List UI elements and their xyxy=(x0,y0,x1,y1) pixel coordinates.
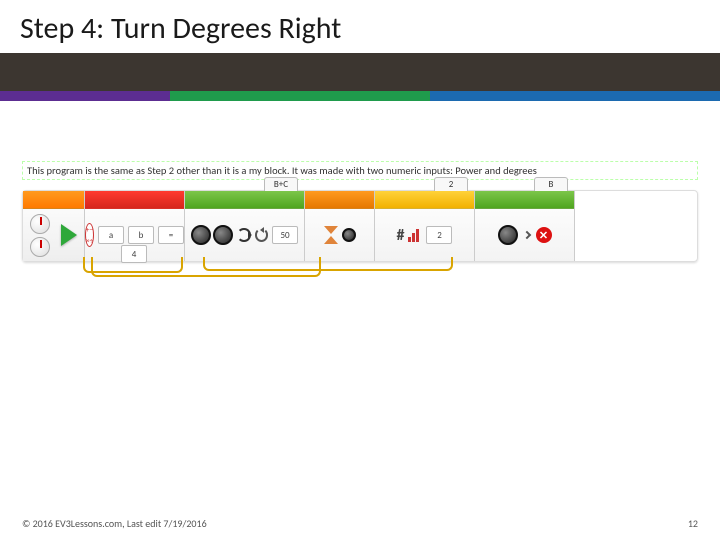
start-block xyxy=(23,191,85,261)
input-dial-icon xyxy=(30,214,50,234)
wheel-icon xyxy=(213,225,233,245)
math-block-header xyxy=(85,191,184,209)
move-tank-block: B+C 50 xyxy=(185,191,305,261)
stop-icon: ✕ xyxy=(536,227,552,243)
chevron-right-icon xyxy=(522,230,532,240)
slide-title: Step 4: Turn Degrees Right xyxy=(0,6,720,53)
header-dark-strip xyxy=(0,53,720,91)
port-selector[interactable]: B xyxy=(534,177,568,191)
motor-stop-block: B ✕ xyxy=(475,191,575,261)
slide-header: Step 4: Turn Degrees Right xyxy=(0,0,720,53)
rotation-mode-icon xyxy=(255,228,269,242)
play-icon xyxy=(61,224,77,246)
wait-block xyxy=(305,191,375,261)
description-text: This program is the same as Step 2 other… xyxy=(27,164,537,177)
slide-footer: © 2016 EV3Lessons.com, Last edit 7/19/20… xyxy=(0,517,720,530)
math-result[interactable]: 4 xyxy=(121,245,147,263)
steering-value[interactable]: 50 xyxy=(272,226,298,244)
motor-stop-header xyxy=(475,191,574,209)
wait-block-header xyxy=(305,191,374,209)
math-input-b[interactable]: b xyxy=(128,226,154,244)
count-icon: # xyxy=(397,226,405,245)
move-tank-header xyxy=(185,191,304,209)
page-number: 12 xyxy=(688,517,698,530)
wheel-icon xyxy=(498,225,518,245)
wheel-icon xyxy=(342,228,356,242)
footer-copyright: © 2016 EV3Lessons.com, Last edit 7/19/20… xyxy=(22,517,207,530)
accent-green xyxy=(170,91,430,101)
description-textbox: This program is the same as Step 2 other… xyxy=(22,161,698,180)
turn-arrow-icon xyxy=(237,228,251,242)
rotation-sensor-block: 2 # 2 xyxy=(375,191,475,261)
compare-icon xyxy=(408,228,422,242)
slide: Step 4: Turn Degrees Right This program … xyxy=(0,0,720,540)
port-selector[interactable]: B+C xyxy=(264,177,298,191)
input-dial-icon xyxy=(30,237,50,257)
hourglass-icon xyxy=(324,226,338,244)
math-input-a[interactable]: a xyxy=(98,226,124,244)
port-selector[interactable]: 2 xyxy=(434,177,468,191)
accent-blue xyxy=(430,91,720,101)
wheel-icon xyxy=(191,225,211,245)
rotation-sensor-header xyxy=(375,191,474,209)
slide-body: This program is the same as Step 2 other… xyxy=(0,101,720,262)
math-operations-icon: +−×÷ xyxy=(85,223,94,247)
accent-purple xyxy=(0,91,170,101)
start-block-header xyxy=(23,191,84,209)
sensor-threshold[interactable]: 2 xyxy=(426,226,452,244)
accent-strip xyxy=(0,91,720,101)
math-block: +−×÷ a b = 4 xyxy=(85,191,185,261)
math-equals: = xyxy=(158,226,184,244)
ev3-program: +−×÷ a b = 4 B+C 50 xyxy=(22,190,698,262)
